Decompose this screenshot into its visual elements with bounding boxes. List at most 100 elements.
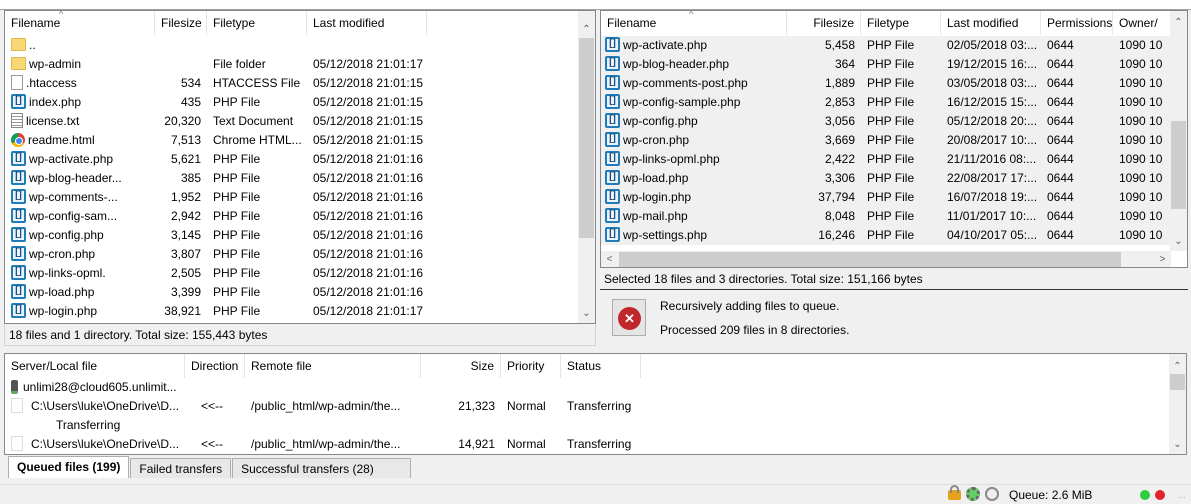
chrome-icon bbox=[11, 132, 25, 147]
col-filetype[interactable]: Filetype bbox=[861, 11, 941, 35]
scroll-left-icon[interactable]: < bbox=[601, 251, 618, 267]
queue-server-row[interactable]: unlimi28@cloud605.unlimit... bbox=[5, 378, 641, 397]
remote-file-list[interactable]: Filename ^ Filesize Filetype Last modifie… bbox=[600, 10, 1188, 268]
remote-rows: [] wp-activate.php 5,458 PHP File 02/05/2018… bbox=[601, 36, 1173, 245]
file-row[interactable]: .htaccess 534 HTACCESS File 05/12/2018 21:0… bbox=[5, 74, 427, 93]
sort-asc-icon: ^ bbox=[59, 11, 64, 19]
scroll-thumb[interactable] bbox=[579, 38, 594, 238]
tab-queued-files[interactable]: Queued files (199) bbox=[8, 456, 130, 478]
col-filename[interactable]: Filename ^ bbox=[601, 11, 787, 35]
php-file-icon: [] bbox=[11, 151, 26, 167]
status-bar: Queue: 2.6 MiB ⋯ bbox=[0, 484, 1191, 504]
scroll-up-icon[interactable]: ⌃ bbox=[578, 21, 595, 38]
col-size[interactable]: Size bbox=[421, 354, 501, 378]
php-file-icon: [] bbox=[605, 75, 620, 91]
file-row[interactable]: [] wp-config-sam... 2,942 PHP File 05/12/201… bbox=[5, 207, 427, 226]
col-status[interactable]: Status bbox=[561, 354, 641, 378]
col-remote-file[interactable]: Remote file bbox=[245, 354, 421, 378]
col-owner[interactable]: Owner/ bbox=[1113, 11, 1173, 35]
file-row[interactable]: [] wp-settings.php 16,246 PHP File 04/10/201… bbox=[601, 226, 1173, 245]
scroll-up-icon[interactable]: ⌃ bbox=[1170, 14, 1187, 31]
file-row[interactable]: readme.html 7,513 Chrome HTML... 05/12/2018… bbox=[5, 131, 427, 150]
file-row[interactable]: [] wp-mail.php 8,048 PHP File 11/01/2017 10:… bbox=[601, 207, 1173, 226]
file-row[interactable]: [] wp-links-opml. 2,505 PHP File 05/12/2018 … bbox=[5, 264, 427, 283]
file-name: .. bbox=[29, 38, 36, 52]
scroll-down-icon[interactable]: ⌄ bbox=[1169, 436, 1186, 453]
file-row[interactable]: [] wp-cron.php 3,669 PHP File 20/08/2017 10:… bbox=[601, 131, 1173, 150]
tab-failed-transfers[interactable]: Failed transfers bbox=[130, 458, 232, 478]
file-row[interactable]: [] wp-links-opml.php 2,422 PHP File 21/11/20… bbox=[601, 150, 1173, 169]
scroll-thumb[interactable] bbox=[1171, 121, 1186, 209]
col-permissions[interactable]: Permissions bbox=[1041, 11, 1113, 35]
file-icon bbox=[11, 436, 23, 452]
scroll-thumb[interactable] bbox=[1170, 374, 1185, 390]
file-row[interactable]: [] wp-login.php 37,794 PHP File 16/07/2018 1… bbox=[601, 188, 1173, 207]
status-led-green bbox=[1140, 490, 1150, 500]
file-icon bbox=[11, 75, 23, 91]
file-name: wp-activate.php bbox=[623, 38, 708, 52]
file-row[interactable]: [] wp-cron.php 3,807 PHP File 05/12/2018 21:… bbox=[5, 245, 427, 264]
file-name: wp-config.php bbox=[29, 228, 104, 242]
file-row[interactable]: [] wp-load.php 3,306 PHP File 22/08/2017 17:… bbox=[601, 169, 1173, 188]
file-row[interactable]: [] wp-comments-... 1,952 PHP File 05/12/2018… bbox=[5, 188, 427, 207]
queue-scrollbar[interactable]: ⌃ ⌄ bbox=[1169, 354, 1186, 454]
file-row[interactable]: [] wp-config-sample.php 2,853 PHP File 16/12… bbox=[601, 93, 1173, 112]
file-row[interactable]: [] wp-config.php 3,056 PHP File 05/12/2018 2… bbox=[601, 112, 1173, 131]
col-priority[interactable]: Priority bbox=[501, 354, 561, 378]
file-name: wp-blog-header.php bbox=[623, 57, 730, 71]
local-scrollbar[interactable]: ⌃ ⌄ bbox=[578, 11, 595, 323]
php-file-icon: [] bbox=[605, 113, 620, 129]
remote-hscrollbar[interactable]: < > bbox=[601, 251, 1171, 267]
col-filesize[interactable]: Filesize bbox=[155, 11, 207, 35]
col-direction[interactable]: Direction bbox=[185, 354, 245, 378]
file-row[interactable]: [] wp-activate.php 5,621 PHP File 05/12/2018… bbox=[5, 150, 427, 169]
file-row[interactable]: [] wp-load.php 3,399 PHP File 05/12/2018 21:… bbox=[5, 283, 427, 302]
scroll-up-icon[interactable]: ⌃ bbox=[1169, 358, 1186, 375]
file-row[interactable]: [] wp-config.php 3,145 PHP File 05/12/2018 2… bbox=[5, 226, 427, 245]
col-server-local-file[interactable]: Server/Local file bbox=[5, 354, 185, 378]
col-filetype[interactable]: Filetype bbox=[207, 11, 307, 35]
php-file-icon: [] bbox=[11, 170, 26, 186]
php-file-icon: [] bbox=[11, 189, 26, 205]
php-file-icon: [] bbox=[605, 132, 620, 148]
transfer-queue[interactable]: Server/Local file Direction Remote file … bbox=[4, 353, 1187, 455]
file-row[interactable]: [] wp-blog-header... 385 PHP File 05/12/2018… bbox=[5, 169, 427, 188]
file-name: wp-comments-post.php bbox=[623, 76, 748, 90]
file-row[interactable]: [] wp-activate.php 5,458 PHP File 02/05/2018… bbox=[601, 36, 1173, 55]
file-name: index.php bbox=[29, 95, 82, 109]
file-name: wp-links-opml. bbox=[29, 266, 106, 280]
php-file-icon: [] bbox=[605, 37, 620, 53]
file-row[interactable]: license.txt 20,320 Text Document 05/12/2018… bbox=[5, 112, 427, 131]
speed-limit-icon[interactable] bbox=[985, 487, 999, 501]
error-button[interactable]: ✕ bbox=[612, 299, 646, 336]
resize-grip-icon[interactable]: ⋯ bbox=[1178, 493, 1186, 502]
gear-icon[interactable] bbox=[966, 487, 980, 501]
text-file-icon bbox=[11, 113, 23, 129]
file-row[interactable]: [] index.php 435 PHP File 05/12/2018 21:01:1… bbox=[5, 93, 427, 112]
col-filesize[interactable]: Filesize bbox=[787, 11, 861, 35]
col-filename[interactable]: Filename ^ bbox=[5, 11, 155, 35]
folder-icon bbox=[11, 38, 26, 52]
hscroll-thumb[interactable] bbox=[619, 252, 1121, 267]
queue-item[interactable]: C:\Users\luke\OneDrive\D... <<-- /public… bbox=[5, 435, 641, 454]
notice-line-1: Recursively adding files to queue. bbox=[660, 299, 840, 313]
scroll-down-icon[interactable]: ⌄ bbox=[1170, 233, 1187, 250]
php-file-icon: [] bbox=[11, 208, 26, 224]
php-file-icon: [] bbox=[605, 170, 620, 186]
file-row[interactable]: wp-admin File folder 05/12/2018 21:01:17 bbox=[5, 55, 427, 74]
file-row[interactable]: [] wp-blog-header.php 364 PHP File 19/12/201… bbox=[601, 55, 1173, 74]
col-last-modified[interactable]: Last modified bbox=[307, 11, 427, 35]
file-row[interactable]: [] wp-login.php 38,921 PHP File 05/12/2018 2… bbox=[5, 302, 427, 321]
notice-panel: ✕ Recursively adding files to queue. Pro… bbox=[600, 291, 1188, 347]
col-last-modified[interactable]: Last modified bbox=[941, 11, 1041, 35]
file-row[interactable]: [] wp-comments-post.php 1,889 PHP File 03/05… bbox=[601, 74, 1173, 93]
scroll-right-icon[interactable]: > bbox=[1154, 251, 1171, 267]
notice-line-2: Processed 209 files in 8 directories. bbox=[660, 323, 850, 337]
scroll-down-icon[interactable]: ⌄ bbox=[578, 305, 595, 322]
file-row[interactable]: .. bbox=[5, 36, 427, 55]
remote-vscrollbar[interactable]: ⌃ ⌄ bbox=[1170, 11, 1187, 251]
tab-successful-transfers[interactable]: Successful transfers (28) bbox=[232, 458, 411, 478]
local-file-list[interactable]: Filename ^ Filesize Filetype Last modifie… bbox=[4, 10, 596, 324]
file-name: wp-settings.php bbox=[623, 228, 708, 242]
queue-item[interactable]: C:\Users\luke\OneDrive\D... <<-- /public… bbox=[5, 397, 641, 416]
